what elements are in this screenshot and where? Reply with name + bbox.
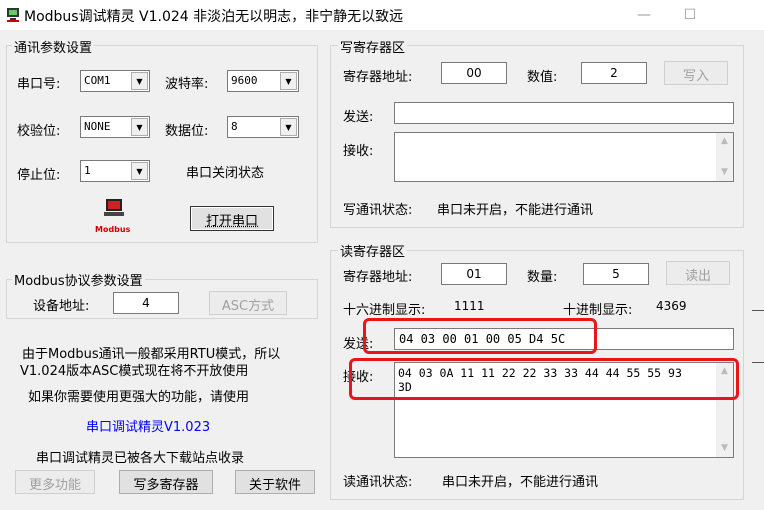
write-status-label: 写通讯状态: (343, 203, 413, 218)
port-value: COM1 (84, 74, 111, 87)
scroll-down-icon[interactable]: ▼ (716, 440, 733, 457)
hex-display-label: 十六进制显示: (343, 303, 426, 318)
parity-label: 校验位: (17, 124, 61, 139)
minimize-icon[interactable]: — (621, 0, 667, 30)
stopbits-label: 停止位: (17, 168, 61, 183)
window-title: Modbus调试精灵 V1.024 非淡泊无以明志，非宁静无以致远 (24, 9, 404, 25)
read-qty-input[interactable]: 5 (583, 263, 649, 285)
asc-mode-button[interactable]: ASC方式 (209, 291, 287, 315)
chevron-down-icon[interactable]: ▼ (131, 162, 148, 180)
device-address-label: 设备地址: (33, 299, 90, 314)
scroll-up-icon[interactable]: ▲ (716, 133, 733, 150)
parity-value: NONE (84, 120, 111, 133)
info-line-3: 如果你需要使用更强大的功能，请使用 (28, 390, 250, 405)
about-button[interactable]: 关于软件 (235, 470, 315, 494)
app-icon (7, 8, 19, 22)
databits-label: 数据位: (165, 124, 209, 139)
open-port-label: 打开串口 (205, 214, 258, 229)
recv-highlight-box (349, 358, 739, 400)
read-status-value: 串口未开启，不能进行通讯 (442, 475, 599, 490)
write-addr-value: 00 (466, 66, 482, 80)
baud-value: 9600 (231, 74, 258, 87)
baud-select[interactable]: 9600 ▼ (227, 70, 299, 92)
info-line-4: 串口调试精灵已被各大下载站点收录 (36, 451, 245, 466)
more-features-label: 更多功能 (28, 478, 81, 493)
download-link[interactable]: 串口调试精灵V1.023 (86, 416, 210, 435)
parity-select[interactable]: NONE ▼ (80, 116, 150, 138)
databits-value: 8 (231, 120, 238, 133)
info-line-2: V1.024版本ASC模式现在将不开放使用 (20, 364, 249, 379)
read-button[interactable]: 读出 (666, 261, 730, 285)
dec-display-label: 十进制显示: (563, 303, 633, 318)
write-value-input[interactable]: 2 (581, 62, 647, 84)
open-port-button[interactable]: 打开串口 (190, 206, 274, 231)
read-button-label: 读出 (684, 269, 711, 284)
read-addr-label: 寄存器地址: (343, 270, 413, 285)
stopbits-value: 1 (84, 164, 91, 177)
port-label: 串口号: (17, 77, 61, 92)
about-label: 关于软件 (248, 478, 301, 493)
hex-display-value: 1111 (454, 299, 485, 313)
modbus-logo-text: Modbus (95, 225, 131, 234)
port-status-text: 串口关闭状态 (186, 166, 265, 181)
write-button[interactable]: 写入 (664, 61, 728, 85)
device-address-value: 4 (142, 296, 150, 310)
dec-display-value: 4369 (656, 299, 687, 313)
read-qty-label: 数量: (527, 270, 558, 285)
write-addr-input[interactable]: 00 (441, 62, 507, 84)
write-status-value: 串口未开启，不能进行通讯 (437, 203, 594, 218)
asc-mode-label: ASC方式 (221, 299, 275, 314)
device-address-input[interactable]: 4 (113, 292, 179, 314)
chevron-down-icon[interactable]: ▼ (280, 72, 297, 90)
computer-icon (104, 199, 124, 216)
write-multi-register-button[interactable]: 写多寄存器 (119, 470, 213, 494)
more-features-button[interactable]: 更多功能 (15, 470, 95, 494)
read-register-legend: 读寄存器区 (338, 241, 408, 260)
write-button-label: 写入 (682, 69, 709, 84)
read-status-label: 读通讯状态: (343, 475, 413, 490)
read-addr-value: 01 (466, 267, 482, 281)
stopbits-select[interactable]: 1 ▼ (80, 160, 150, 182)
write-send-input[interactable] (394, 102, 734, 124)
write-recv-label: 接收: (343, 144, 374, 159)
scroll-down-icon[interactable]: ▼ (716, 164, 733, 181)
read-addr-input[interactable]: 01 (441, 263, 507, 285)
write-multi-register-label: 写多寄存器 (133, 478, 199, 493)
title-bar: Modbus调试精灵 V1.024 非淡泊无以明志，非宁静无以致远 — ☐ (0, 0, 764, 30)
write-recv-textarea[interactable]: ▲ ▼ (394, 132, 734, 182)
maximize-icon[interactable]: ☐ (667, 0, 713, 30)
write-send-label: 发送: (343, 110, 374, 125)
edge-divider (752, 362, 764, 363)
chevron-down-icon[interactable]: ▼ (280, 118, 297, 136)
send-highlight-box (363, 318, 597, 354)
write-register-legend: 写寄存器区 (338, 37, 408, 56)
chevron-down-icon[interactable]: ▼ (131, 72, 148, 90)
comm-settings-legend: 通讯参数设置 (12, 37, 95, 56)
port-select[interactable]: COM1 ▼ (80, 70, 150, 92)
write-recv-scrollbar[interactable]: ▲ ▼ (716, 133, 733, 181)
write-value-label: 数值: (527, 70, 558, 85)
write-value-value: 2 (610, 66, 618, 80)
read-qty-value: 5 (612, 267, 620, 281)
databits-select[interactable]: 8 ▼ (227, 116, 299, 138)
modbus-settings-legend: Modbus协议参数设置 (12, 270, 145, 289)
write-addr-label: 寄存器地址: (343, 70, 413, 85)
baud-label: 波特率: (165, 77, 209, 92)
chevron-down-icon[interactable]: ▼ (131, 118, 148, 136)
edge-divider (752, 310, 764, 311)
